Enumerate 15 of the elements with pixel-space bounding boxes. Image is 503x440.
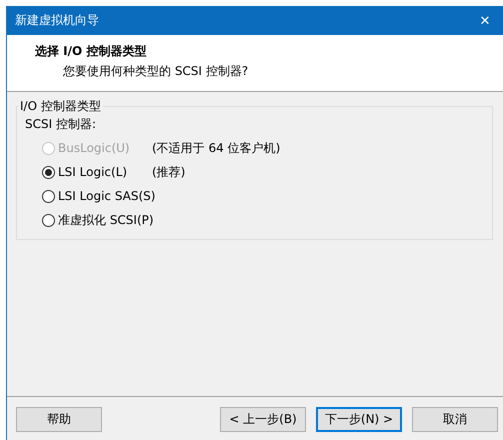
page-subtitle: 您要使用何种类型的 SCSI 控制器? <box>63 63 250 80</box>
group-title: I/O 控制器类型 <box>19 98 102 115</box>
radio-option[interactable]: LSI Logic SAS(S) <box>42 189 156 203</box>
option-note: (不适用于 64 位客户机) <box>152 140 280 156</box>
dialog-button[interactable]: < 上一步(B) <box>220 407 306 432</box>
option-note: (推荐) <box>152 164 186 180</box>
window-title: 新建虚拟机向导 <box>15 12 99 29</box>
radio-option[interactable]: LSI Logic(L) <box>42 165 150 179</box>
dialog-button[interactable]: 帮助 <box>16 407 102 432</box>
radio-option[interactable]: 准虚拟化 SCSI(P) <box>42 212 154 228</box>
page-heading: 选择 I/O 控制器类型 <box>35 43 148 60</box>
dialog-button[interactable]: 下一步(N) > <box>316 407 402 432</box>
close-button[interactable]: ✕ <box>467 6 503 35</box>
controller-label: SCSI 控制器: <box>25 116 98 133</box>
dialog-button[interactable]: 取消 <box>412 407 498 432</box>
